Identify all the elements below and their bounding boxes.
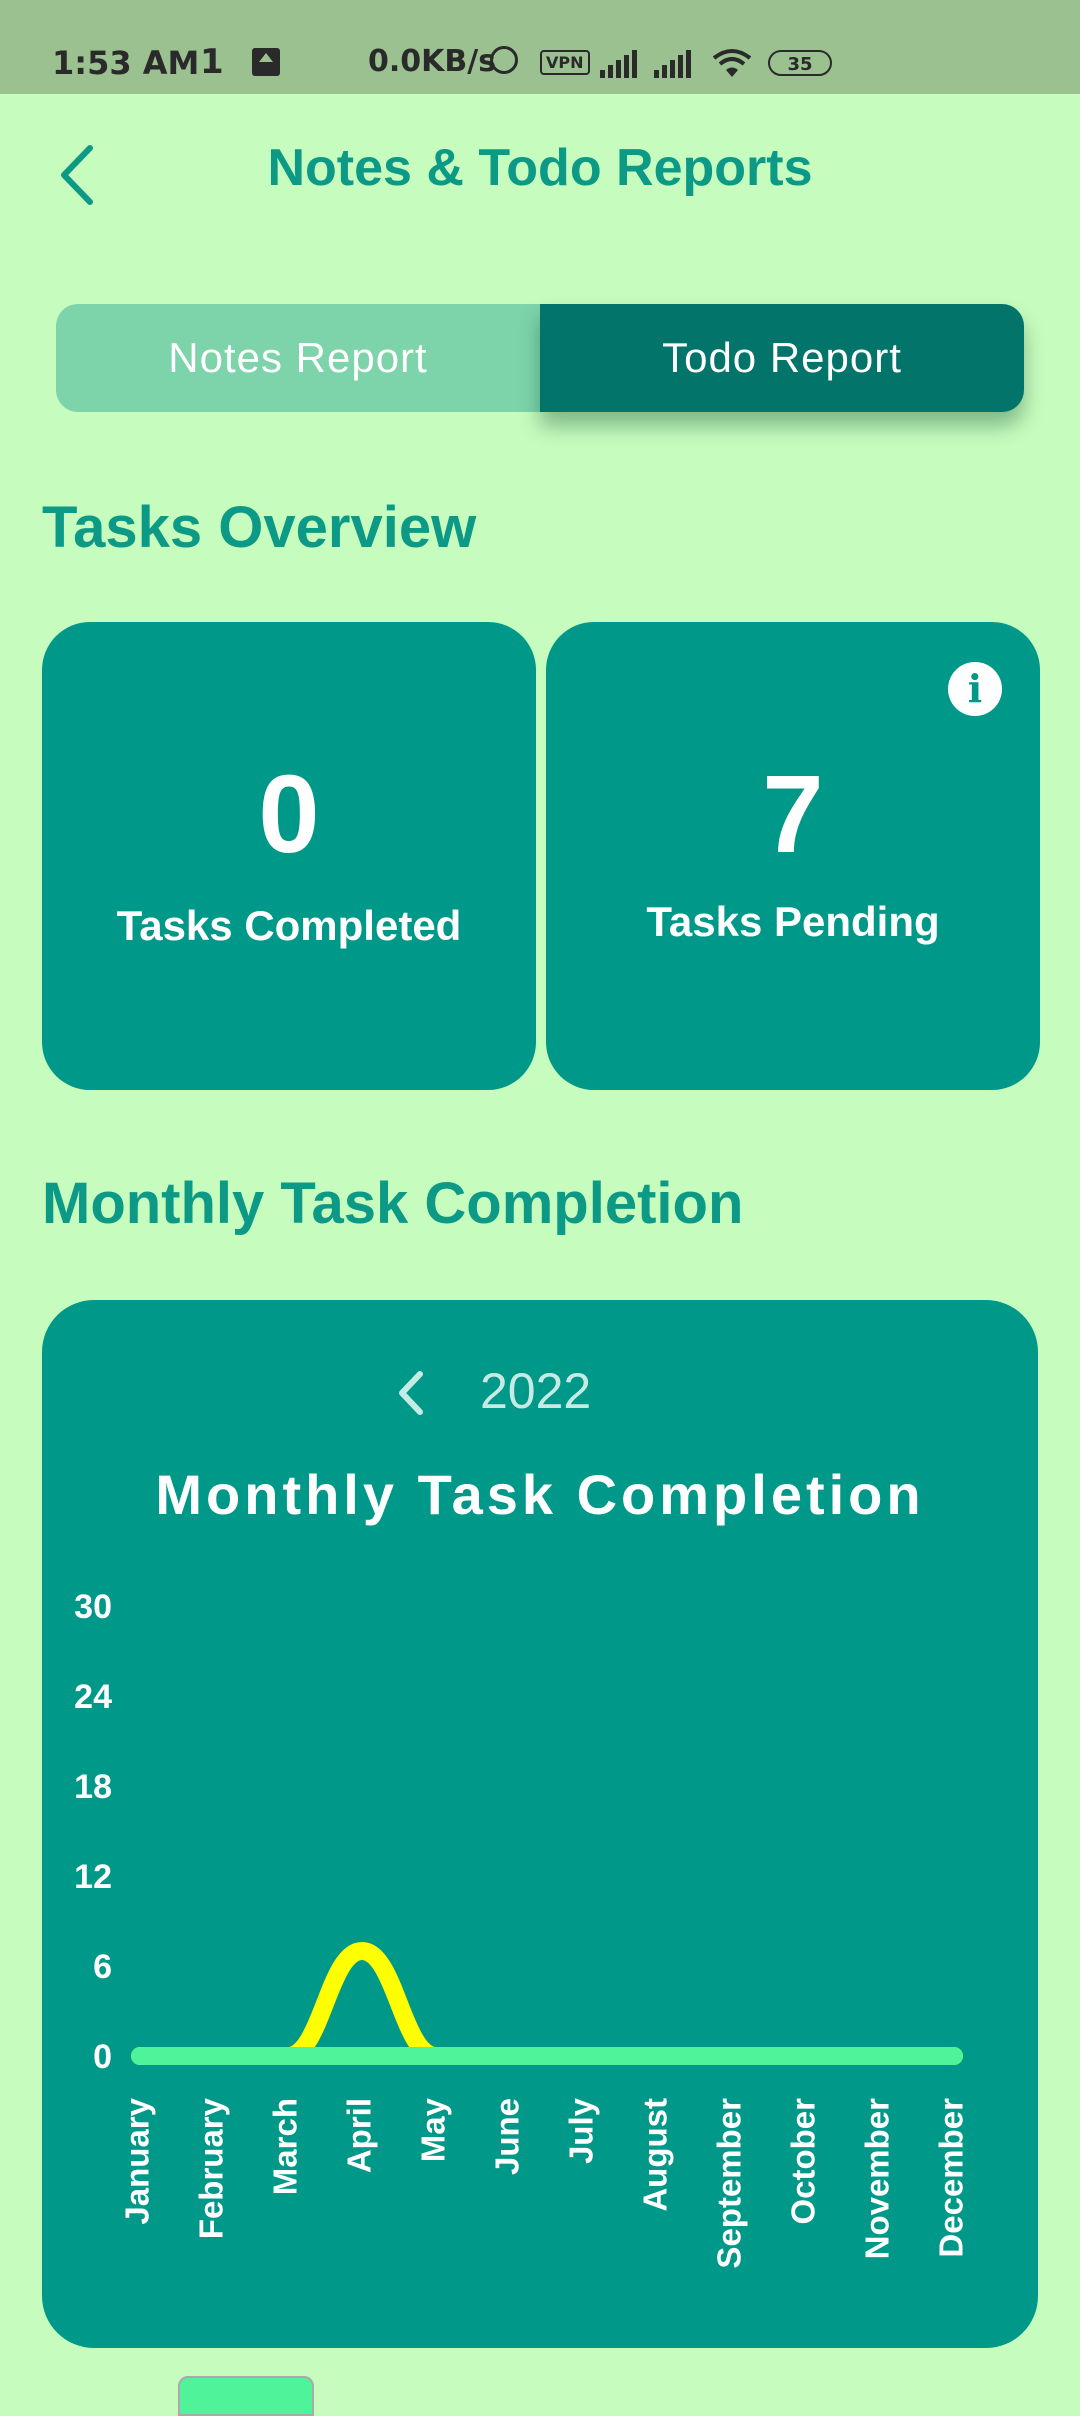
y-tick-label: 18 <box>74 1768 112 1806</box>
x-tick-label: December <box>933 2098 970 2258</box>
x-tick-label: March <box>267 2098 304 2195</box>
battery-icon: 35 <box>768 50 832 76</box>
x-tick-label: February <box>193 2097 230 2239</box>
info-icon[interactable]: i <box>948 662 1002 716</box>
monthly-chart-card: 2022 Monthly Task Completion 0 6 12 18 24 30 J… <box>42 1300 1038 2348</box>
tasks-pending-label: Tasks Pending <box>646 898 940 945</box>
x-tick-label: January <box>119 2097 156 2224</box>
tab-notes-report[interactable]: Notes Report <box>56 304 540 412</box>
tasks-pending-card: i 7 Tasks Pending <box>546 622 1040 1090</box>
vpn-icon: VPN <box>540 50 590 75</box>
x-tick-label: November <box>859 2098 896 2260</box>
wifi-icon <box>712 49 752 77</box>
tasks-completed-count: 0 <box>258 753 320 876</box>
y-tick-label: 0 <box>93 2038 112 2076</box>
tasks-pending-count: 7 <box>762 753 824 876</box>
x-tick-label: June <box>489 2098 526 2175</box>
x-tick-label: August <box>637 2098 674 2212</box>
tasks-completed-label: Tasks Completed <box>116 902 462 949</box>
y-tick-label: 24 <box>74 1678 112 1716</box>
y-tick-label: 6 <box>93 1948 112 1986</box>
tab-todo-report[interactable]: Todo Report <box>540 304 1024 412</box>
x-tick-label: May <box>415 2097 452 2162</box>
series-line-0 <box>131 1942 963 2065</box>
tasks-overview-title: Tasks Overview <box>42 495 477 560</box>
x-tick-label: October <box>785 2098 822 2225</box>
status-bar: 1:53 AM 1 0.0KB/s VPN 35 <box>0 0 1080 94</box>
report-tabs: Notes Report Todo Report <box>56 304 1024 412</box>
x-tick-label: July <box>563 2097 600 2164</box>
upload-icon <box>252 48 280 76</box>
signal-icon <box>600 50 638 78</box>
tasks-completed-card: 0 Tasks Completed <box>42 622 536 1090</box>
bottom-tab-handle[interactable] <box>178 2376 314 2416</box>
signal-icon <box>654 50 692 78</box>
alarm-icon <box>490 46 518 74</box>
network-speed: 0.0KB/s <box>368 44 497 79</box>
status-time: 1:53 AM <box>52 44 200 82</box>
page-title: Notes & Todo Reports <box>267 139 813 197</box>
y-tick-label: 12 <box>74 1858 112 1896</box>
monthly-completion-chart: 0 6 12 18 24 30 January February March April May Ju… <box>74 1588 970 2269</box>
monthly-completion-title: Monthly Task Completion <box>42 1171 744 1236</box>
x-tick-label: September <box>711 2098 748 2269</box>
y-tick-label: 30 <box>74 1588 112 1626</box>
sim-indicator: 1 <box>200 42 224 82</box>
x-tick-label: April <box>341 2098 378 2173</box>
